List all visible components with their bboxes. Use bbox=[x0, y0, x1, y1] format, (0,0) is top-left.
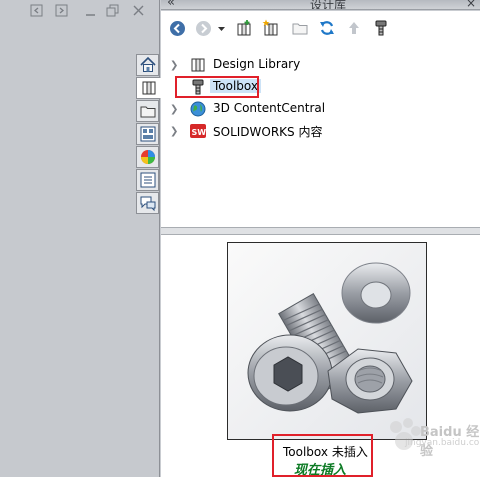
expand-caret-icon[interactable]: ❯ bbox=[170, 60, 180, 71]
left-toolbar bbox=[0, 0, 160, 22]
toolbox-highlight-box bbox=[175, 76, 259, 98]
insert-highlight-box bbox=[272, 434, 373, 477]
tree-item-solidworks-content[interactable]: ❯ SW SOLIDWORKS 内容 bbox=[161, 121, 480, 141]
file-explorer-tab[interactable] bbox=[136, 100, 159, 122]
view-palette-tab[interactable] bbox=[136, 123, 159, 145]
close-pane-icon[interactable]: × bbox=[466, 0, 476, 9]
close-icon[interactable] bbox=[132, 4, 145, 17]
watermark-subtext: jingyan.baidu.com bbox=[405, 438, 480, 448]
appearances-tab[interactable] bbox=[136, 146, 159, 168]
up-level-icon[interactable] bbox=[345, 19, 363, 37]
folder-icon bbox=[140, 106, 155, 118]
title-bar: « 设计库 × bbox=[161, 0, 480, 10]
design-library-toolbar bbox=[161, 11, 480, 45]
chat-icon bbox=[140, 196, 155, 212]
dropdown-icon[interactable] bbox=[216, 19, 226, 37]
custom-properties-tab[interactable] bbox=[136, 169, 159, 191]
books-icon bbox=[142, 81, 155, 95]
expand-caret-icon[interactable]: ❯ bbox=[170, 126, 180, 137]
tree-item-label: SOLIDWORKS 内容 bbox=[213, 125, 323, 139]
globe-icon bbox=[190, 101, 206, 117]
tree-item-design-library[interactable]: ❯ Design Library bbox=[161, 55, 480, 75]
tree-item-3d-contentcentral[interactable]: ❯ 3D ContentCentral bbox=[161, 99, 480, 119]
expand-right-icon[interactable] bbox=[55, 4, 68, 17]
forum-tab[interactable] bbox=[136, 192, 159, 214]
design-library-icon bbox=[191, 58, 205, 72]
tree-item-label: 3D ContentCentral bbox=[213, 101, 326, 115]
house-icon bbox=[139, 56, 156, 72]
create-folder-icon[interactable] bbox=[291, 19, 309, 37]
forward-icon[interactable] bbox=[194, 19, 212, 37]
minimize-icon[interactable] bbox=[84, 4, 97, 17]
add-to-library-icon[interactable] bbox=[235, 19, 253, 37]
collapse-pane-icon[interactable]: « bbox=[167, 0, 175, 9]
toolbox-icon[interactable] bbox=[372, 19, 390, 37]
properties-icon bbox=[140, 172, 155, 188]
view-palette-icon bbox=[140, 126, 155, 142]
window-title: 设计库 bbox=[310, 0, 347, 10]
design-library-tab[interactable] bbox=[136, 77, 161, 99]
expand-caret-icon[interactable]: ❯ bbox=[170, 104, 180, 115]
restore-icon[interactable] bbox=[106, 4, 119, 17]
refresh-icon[interactable] bbox=[318, 19, 336, 37]
color-ball-icon bbox=[140, 150, 155, 164]
add-file-location-icon[interactable] bbox=[262, 19, 280, 37]
tree-item-label: Design Library bbox=[213, 57, 301, 71]
home-tab[interactable] bbox=[136, 54, 159, 76]
back-icon[interactable] bbox=[168, 19, 186, 37]
solidworks-icon: SW bbox=[190, 124, 207, 138]
collapse-left-icon[interactable] bbox=[30, 4, 43, 17]
bolt-and-nut-illustration bbox=[227, 242, 427, 440]
pane-splitter[interactable] bbox=[161, 227, 480, 235]
svg-text:SW: SW bbox=[192, 128, 207, 137]
task-pane-tabs bbox=[136, 54, 161, 224]
library-tree: ❯ Design Library Toolbox ❯ 3D ContentCen… bbox=[161, 45, 480, 227]
